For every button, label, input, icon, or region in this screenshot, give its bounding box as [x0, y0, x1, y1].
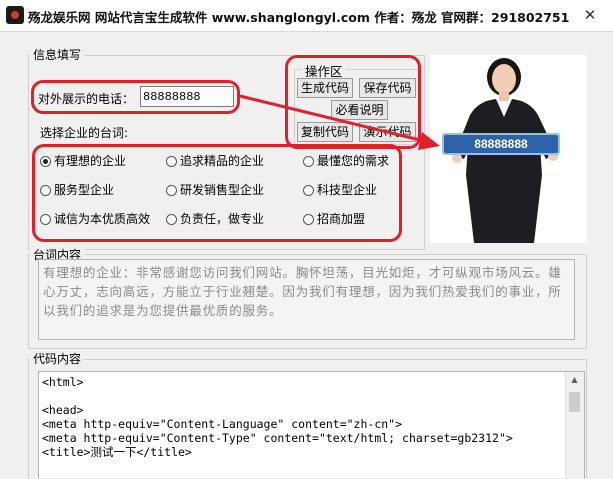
arrow-annotation — [239, 94, 440, 150]
code-textarea[interactable]: <html> <head> <meta http-equiv="Content-… — [38, 371, 585, 478]
code-scrollbar[interactable]: ▲ — [565, 372, 584, 478]
title-bar: 殇龙娱乐网 网站代言宝生成软件 www.shanglongyl.com 作者：殇… — [0, 0, 613, 32]
app-icon — [6, 6, 24, 24]
scroll-up-arrow-icon[interactable]: ▲ — [566, 372, 583, 388]
spokesperson-photo: 88888888 — [430, 55, 587, 243]
script-textarea[interactable]: 有理想的企业：非常感谢您访问我们网站。胸怀坦荡，目光如炬，才可纵观市场风云。雄心… — [38, 259, 575, 340]
phone-banner: 88888888 — [442, 133, 560, 155]
code-legend: 代码内容 — [30, 350, 85, 367]
info-legend: 信息填写 — [30, 46, 85, 63]
window-title: 殇龙娱乐网 网站代言宝生成软件 www.shanglongyl.com 作者：殇… — [28, 10, 570, 25]
phone-highlight — [31, 80, 240, 114]
scroll-thumb[interactable] — [569, 392, 580, 412]
close-button[interactable]: ✕ — [567, 0, 613, 30]
slogan-label: 选择企业的台词: — [40, 126, 129, 140]
